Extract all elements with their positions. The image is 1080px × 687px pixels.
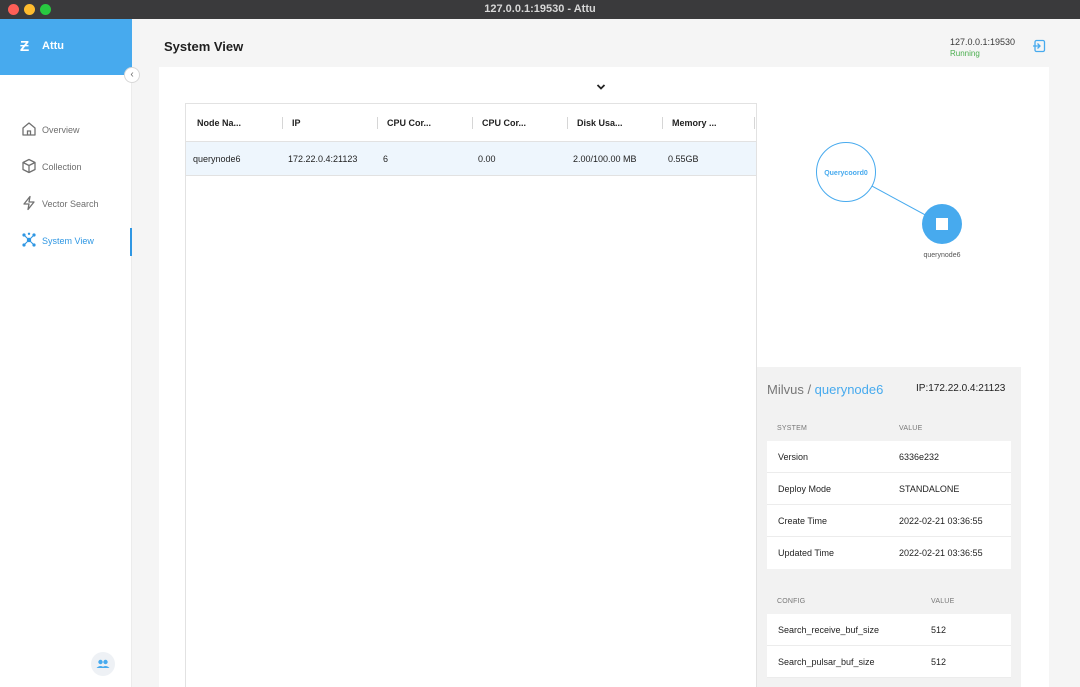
config-value: 512 [931,657,947,667]
cell-ip: 172.22.0.4:21123 [288,154,358,164]
users-icon [96,659,110,668]
sidebar-item-label: Collection [42,162,82,172]
cell-node-name: querynode6 [193,154,241,164]
config-key: Search_receive_buf_size [778,625,880,635]
home-icon [22,122,36,136]
sidebar: Ƶ Attu ‹ Overview Collection Vector Sear… [0,19,140,687]
sidebar-item-label: Vector Search [42,199,99,209]
column-divider[interactable] [567,117,568,129]
column-header-memory[interactable]: Memory ... [672,118,717,128]
app-name: Attu [42,40,64,52]
page-title: System View [164,39,244,54]
cluster-icon [22,232,36,247]
column-header-cpu-core-usage[interactable]: CPU Cor... [482,118,526,128]
config-section-header: CONFIG VALUE [767,592,1011,612]
config-header-value: VALUE [931,598,955,605]
system-section-header: SYSTEM VALUE [767,419,1011,439]
cube-icon [22,158,36,174]
cell-cpu-core-usage: 0.00 [478,154,496,164]
column-divider[interactable] [754,117,755,129]
system-key: Create Time [778,516,828,526]
attu-logo-icon: Ƶ [20,38,30,55]
querycoord-label: Querycoord0 [824,170,868,177]
window-title: 127.0.0.1:19530 - Attu [484,3,596,15]
system-row: Deploy Mode STANDALONE [767,473,1011,505]
column-header-node-name[interactable]: Node Na... [197,118,241,128]
sidebar-item-label: Overview [42,125,80,135]
detail-breadcrumb: Milvus / querynode6 [767,382,883,397]
user-menu-button[interactable] [91,652,115,676]
nodes-table: Node Na... IP CPU Cor... CPU Cor... Disk… [185,103,757,687]
cell-disk-usage: 2.00/100.00 MB [573,154,637,164]
system-value: 2022-02-21 03:36:55 [899,516,983,526]
brand-header[interactable]: Ƶ Attu [0,19,132,75]
system-key: Deploy Mode [778,484,832,494]
config-value: 512 [931,625,947,635]
column-header-cpu-cores[interactable]: CPU Cor... [387,118,431,128]
config-header-key: CONFIG [777,598,806,605]
config-row: Search_receive_buf_size 512 [767,614,1011,646]
column-divider[interactable] [472,117,473,129]
sidebar-item-label: System View [42,236,94,246]
system-header-value: VALUE [899,425,923,432]
sidebar-item-collection[interactable]: Collection [0,154,132,182]
column-header-disk-usage[interactable]: Disk Usa... [577,118,623,128]
system-row: Create Time 2022-02-21 03:36:55 [767,505,1011,537]
column-divider[interactable] [377,117,378,129]
topology-graph: Querycoord0 querynode6 [816,142,962,259]
main-area: System View 127.0.0.1:19530 Running Node… [132,19,1080,687]
config-row: Search_pulsar_buf_size 512 [767,646,1011,678]
system-key: Updated Time [778,548,835,558]
sidebar-item-overview[interactable]: Overview [0,117,132,145]
sidebar-item-vector-search[interactable]: Vector Search [0,191,132,219]
system-view-card: Node Na... IP CPU Cor... CPU Cor... Disk… [159,67,1049,687]
config-key: Search_pulsar_buf_size [778,657,875,667]
sidebar-item-system-view[interactable]: System View [0,228,132,256]
system-key: Version [778,452,809,462]
system-value: 2022-02-21 03:36:55 [899,548,983,558]
querynode-label: querynode6 [924,252,961,259]
detail-node-name: querynode6 [814,382,884,397]
system-row: Updated Time 2022-02-21 03:36:55 [767,537,1011,569]
stop-square-icon [936,218,948,230]
window-titlebar: 127.0.0.1:19530 - Attu [0,0,1080,19]
node-detail-panel: Milvus / querynode6 IP:172.22.0.4:21123 … [757,367,1021,687]
collapse-sidebar-button[interactable]: ‹ [124,67,140,83]
column-divider[interactable] [282,117,283,129]
detail-ip: IP:172.22.0.4:21123 [916,383,1006,394]
querynode-node[interactable]: querynode6 [922,204,962,259]
system-value: 6336e232 [899,452,940,462]
server-status: Running [950,49,980,58]
system-row: Version 6336e232 [767,441,1011,473]
server-address: 127.0.0.1:19530 [950,37,1016,47]
system-header-key: SYSTEM [777,425,807,432]
querycoord-node[interactable]: Querycoord0 [816,142,876,202]
column-divider[interactable] [662,117,663,129]
chevron-down-icon[interactable] [595,81,607,93]
cell-memory: 0.55GB [668,154,699,164]
system-value: STANDALONE [899,484,960,494]
column-header-ip[interactable]: IP [292,118,301,128]
detail-prefix: Milvus / [767,382,815,397]
cell-cpu-cores: 6 [383,154,389,164]
lightning-icon [23,195,35,211]
logout-icon[interactable] [1032,39,1046,53]
table-header: Node Na... IP CPU Cor... CPU Cor... Disk… [186,104,756,142]
table-row[interactable]: querynode6 172.22.0.4:21123 6 0.00 2.00/… [186,142,756,176]
